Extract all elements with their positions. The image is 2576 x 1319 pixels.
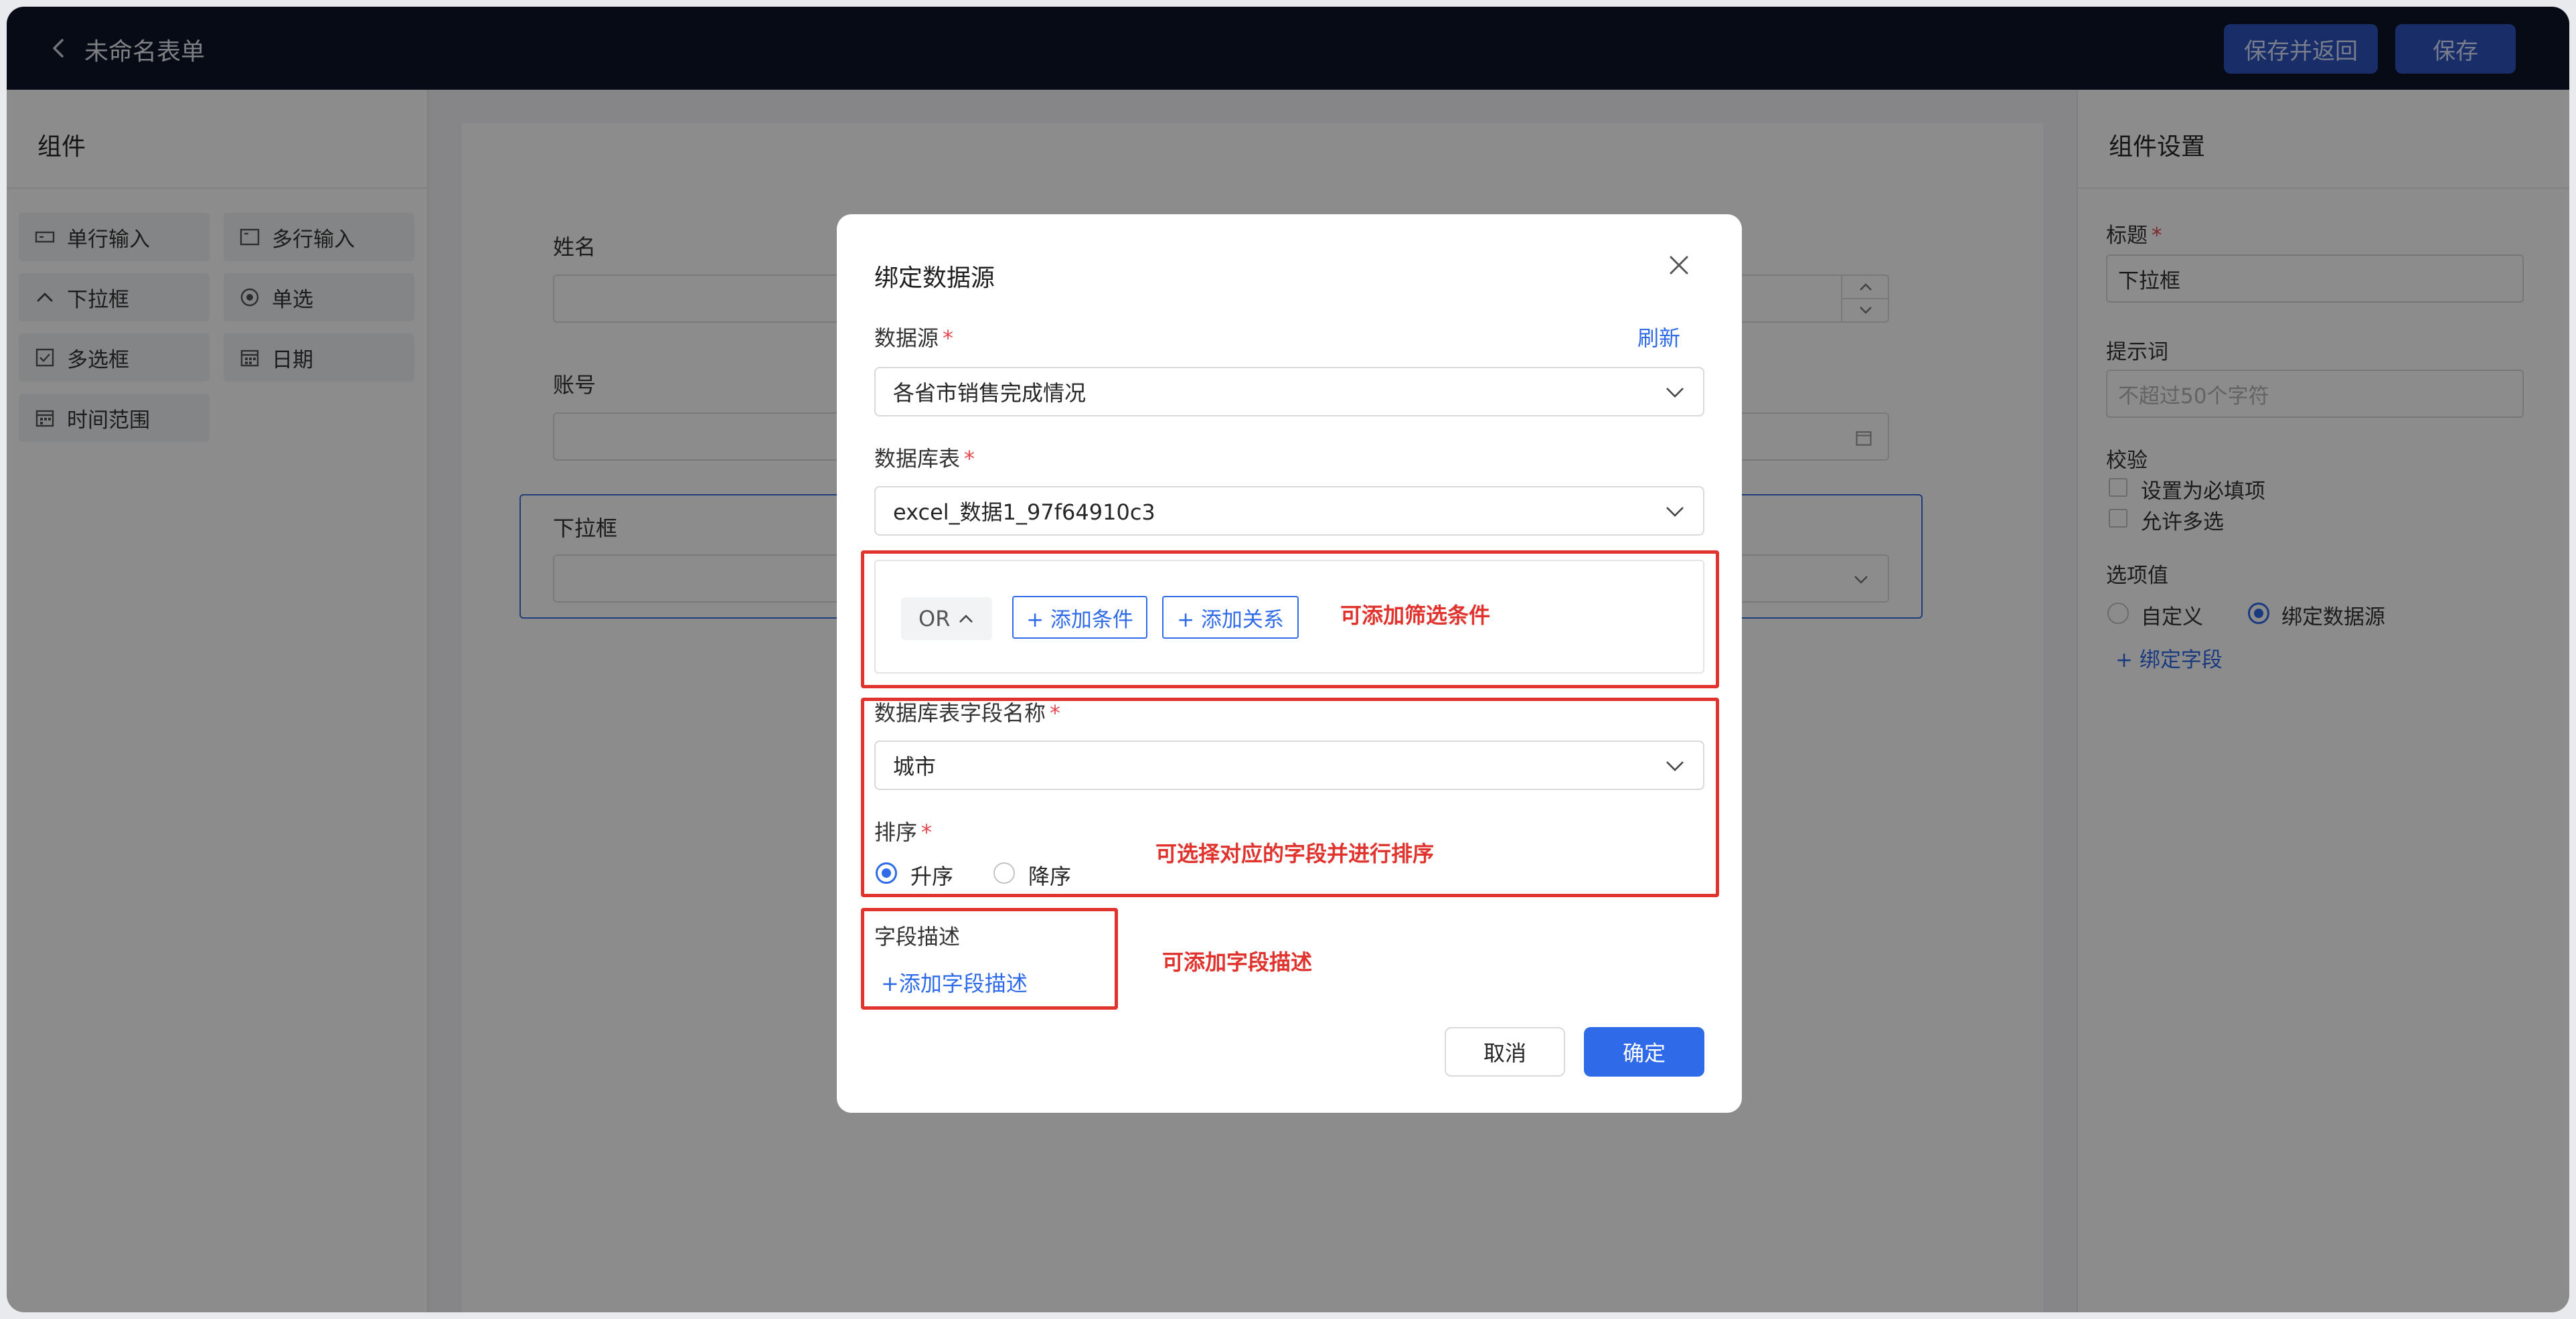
annotation-sort: 可选择对应的字段并进行排序 [1155, 841, 1435, 866]
bind-datasource-modal: 绑定数据源 数据源 * 刷新 各省市销售完成情况 数据库表 * excel_数据1_… [837, 214, 1742, 1113]
datasource-value: 各省市销售完成情况 [893, 380, 1086, 406]
chevron-down-icon [1666, 507, 1684, 517]
table-value: excel_数据1_97f64910c3 [893, 499, 1155, 525]
table-select[interactable]: excel_数据1_97f64910c3 [874, 486, 1704, 536]
app-window: 未命名表单 保存并返回 保存 组件 单行输入 多行输入 下拉框 单选 多选框 日… [7, 7, 2569, 1312]
confirm-button[interactable]: 确定 [1584, 1027, 1704, 1077]
table-label: 数据库表 * [874, 446, 975, 471]
refresh-link[interactable]: 刷新 [1637, 321, 1680, 352]
datasource-label: 数据源 * [874, 325, 954, 351]
close-icon[interactable] [1666, 252, 1692, 279]
annotation-box-desc [861, 908, 1118, 1010]
annotation-box-filter [861, 550, 1719, 688]
annotation-desc: 可添加字段描述 [1162, 949, 1313, 975]
chevron-down-icon [1666, 388, 1684, 398]
annotation-filter: 可添加筛选条件 [1340, 603, 1491, 628]
datasource-select[interactable]: 各省市销售完成情况 [874, 367, 1704, 416]
cancel-button[interactable]: 取消 [1445, 1027, 1565, 1077]
modal-title: 绑定数据源 [874, 264, 995, 292]
